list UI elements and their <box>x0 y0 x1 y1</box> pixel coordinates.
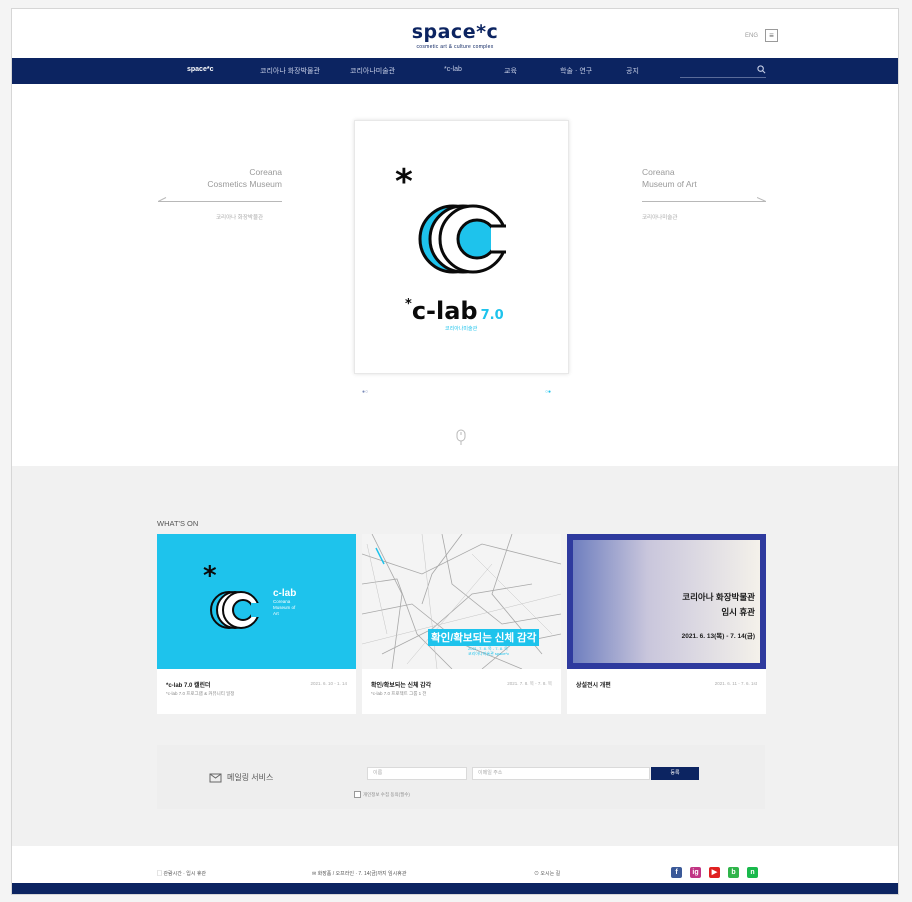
card-date: 2021. 6. 11 - 7. 6. 1st <box>714 681 757 686</box>
footer-hours-label: 관람시간 · 입시 휴관 <box>163 871 207 877</box>
blog-icon[interactable]: b <box>728 867 739 878</box>
nav-item-research[interactable]: 학술ㆍ연구 <box>560 66 592 76</box>
agree-label: 개인정보 수집 동의(필수) <box>363 791 410 797</box>
poster-version: 7.0 <box>480 308 504 323</box>
poster-prefix: * <box>405 297 412 312</box>
hero-right-sub: 코리아나미술관 <box>642 215 678 221</box>
agree-checkbox[interactable]: 개인정보 수집 동의(필수) <box>354 791 410 798</box>
card3-notice-line1: 코리아나 화장박물관 <box>682 592 755 602</box>
main-nav: space*c 코리아나 화장박물관 코리아나미술관 *c-lab 교육 학술ㆍ… <box>12 58 898 84</box>
next-arrow-icon[interactable] <box>757 197 766 206</box>
card2-caption: 2021. 7. 8. 목 - 7. 8. 목 코리아나미술관 space*c <box>468 646 509 656</box>
scroll-mouse-icon <box>456 429 466 445</box>
logo-subtitle: cosmetic art & culture complex <box>416 44 494 50</box>
nav-item-education[interactable]: 교육 <box>504 66 517 76</box>
card2-banner: 확인/확보되는 신체 감각 <box>428 629 540 646</box>
nav-item-cosmetics-museum[interactable]: 코리아나 화장박물관 <box>260 66 320 76</box>
hero-left-title-line2: Cosmetics Museum <box>207 179 282 189</box>
instagram-icon[interactable]: ig <box>690 867 701 878</box>
mail-icon <box>209 773 222 783</box>
clab-mini-logo-icon: * <box>203 562 265 629</box>
hero-right-title[interactable]: Coreana Museum of Art <box>642 166 782 190</box>
hero-poster[interactable]: * *c-lab 7.0 코리아나미술관 <box>354 120 569 374</box>
hero-right-line <box>642 201 766 202</box>
svg-text:*: * <box>203 562 217 591</box>
card1-img-line3: Art <box>273 611 279 616</box>
whats-on-heading: WHAT'S ON <box>157 519 199 528</box>
logo-text[interactable]: space*c <box>412 21 499 43</box>
card3-notice: 코리아나 화장박물관 임시 휴관 <box>682 590 755 620</box>
nav-item-museum-of-art[interactable]: 코리아나미술관 <box>350 66 395 76</box>
poster-asterisk: * <box>395 163 413 202</box>
card-image: 확인/확보되는 신체 감각 2021. 7. 8. 목 - 7. 8. 목 코리… <box>362 534 561 669</box>
hero-left-title[interactable]: Coreana Cosmetics Museum <box>182 166 282 190</box>
footer-info: ▢ 관람시간 · 입시 휴관 ✉ 화장품 / 오프라인 · 7. 14(금)까지… <box>12 864 898 884</box>
subscribe-button[interactable]: 등록 <box>651 767 699 780</box>
footer-location[interactable]: ⊙ 오시는 길 <box>534 870 560 877</box>
card-title[interactable]: *c-lab 7.0 캘린더 <box>166 680 211 689</box>
poster-subtitle: 코리아나미술관 <box>445 326 478 332</box>
pager-right[interactable]: ○● <box>545 389 551 395</box>
footer-bar <box>12 883 898 894</box>
clab-logo-icon: * <box>395 163 513 274</box>
header-utilities: ENG ≡ <box>745 29 778 42</box>
hero-left-line <box>158 201 282 202</box>
poster-title-text: c-lab <box>411 297 478 325</box>
card-image: 코리아나 화장박물관 임시 휴관 2021. 6. 13(목) - 7. 14(… <box>567 534 766 669</box>
card-image: * c-lab Coreana Museum of Art <box>157 534 356 669</box>
card-date: 2021. 7. 8. 목 - 7. 8. 목 <box>507 681 552 686</box>
name-input[interactable]: 이름 <box>367 767 467 780</box>
facebook-icon[interactable]: f <box>671 867 682 878</box>
page-frame: space*c cosmetic art & culture complex E… <box>11 8 899 895</box>
newsletter-label: 메일링 서비스 <box>227 773 274 782</box>
map-illustration-icon <box>362 534 561 669</box>
youtube-icon[interactable]: ▶ <box>709 867 720 878</box>
search-icon[interactable] <box>757 65 766 74</box>
nav-item-spacec[interactable]: space*c <box>187 66 213 73</box>
language-link[interactable]: ENG <box>745 33 758 39</box>
exhibition-card-permanent[interactable]: 코리아나 화장박물관 임시 휴관 2021. 6. 13(목) - 7. 14(… <box>567 534 766 714</box>
sitemap-menu-icon[interactable]: ≡ <box>765 29 778 42</box>
footer-notice[interactable]: ✉ 화장품 / 오프라인 · 7. 14(금)까지 임시휴관 <box>312 870 406 877</box>
nav-item-notice[interactable]: 공지 <box>626 66 639 76</box>
card1-image-text: c-lab Coreana Museum of Art <box>273 588 297 617</box>
card1-img-title: c-lab <box>273 588 297 599</box>
hero-right-title-line2: Museum of Art <box>642 179 697 189</box>
card-date: 2021. 6. 10 - 1. 14 <box>310 681 347 686</box>
hero-right-title-line1: Coreana <box>642 167 675 177</box>
exhibition-card-clab[interactable]: * c-lab Coreana Museum of Art *c-lab 7.0… <box>157 534 356 714</box>
checkbox-box[interactable] <box>354 791 361 798</box>
hero-left-sub: 코리아나 화장박물관 <box>216 215 264 221</box>
nav-item-clab[interactable]: *c-lab <box>444 66 462 73</box>
card-subtitle: *c-lab 7.0 프로젝트 그룹 1 전 <box>371 691 427 696</box>
email-input[interactable]: 이메일 주소 <box>472 767 650 780</box>
footer-notice-label: 화장품 / 오프라인 · 7. 14(금)까지 임시휴관 <box>317 871 407 877</box>
prev-arrow-icon[interactable] <box>158 197 167 206</box>
card3-notice-line2: 임시 휴관 <box>721 607 755 617</box>
poster-title: *c-lab 7.0 <box>405 297 504 325</box>
footer-location-label: 오시는 길 <box>540 871 561 877</box>
search-input[interactable] <box>680 65 766 78</box>
card-title[interactable]: 상설전시 개편 <box>576 680 611 689</box>
newsletter-box: 메일링 서비스 이름 이메일 주소 등록 개인정보 수집 동의(필수) <box>157 745 765 809</box>
card2-caption-line2: 코리아나미술관 space*c <box>468 651 510 656</box>
card3-notice-date: 2021. 6. 13(목) - 7. 14(금) <box>681 633 755 640</box>
hero-left-title-line1: Coreana <box>249 167 282 177</box>
footer-hours[interactable]: ▢ 관람시간 · 입시 휴관 <box>157 870 206 877</box>
card-title[interactable]: 확인/확보되는 신체 감각 <box>371 680 431 689</box>
card-subtitle: *c-lab 7.0 프로그램 & 커뮤니티 일정 <box>166 691 235 696</box>
exhibition-card-body-sense[interactable]: 확인/확보되는 신체 감각 2021. 7. 8. 목 - 7. 8. 목 코리… <box>362 534 561 714</box>
pager-left[interactable]: ●○ <box>362 389 368 395</box>
naver-icon[interactable]: n <box>747 867 758 878</box>
